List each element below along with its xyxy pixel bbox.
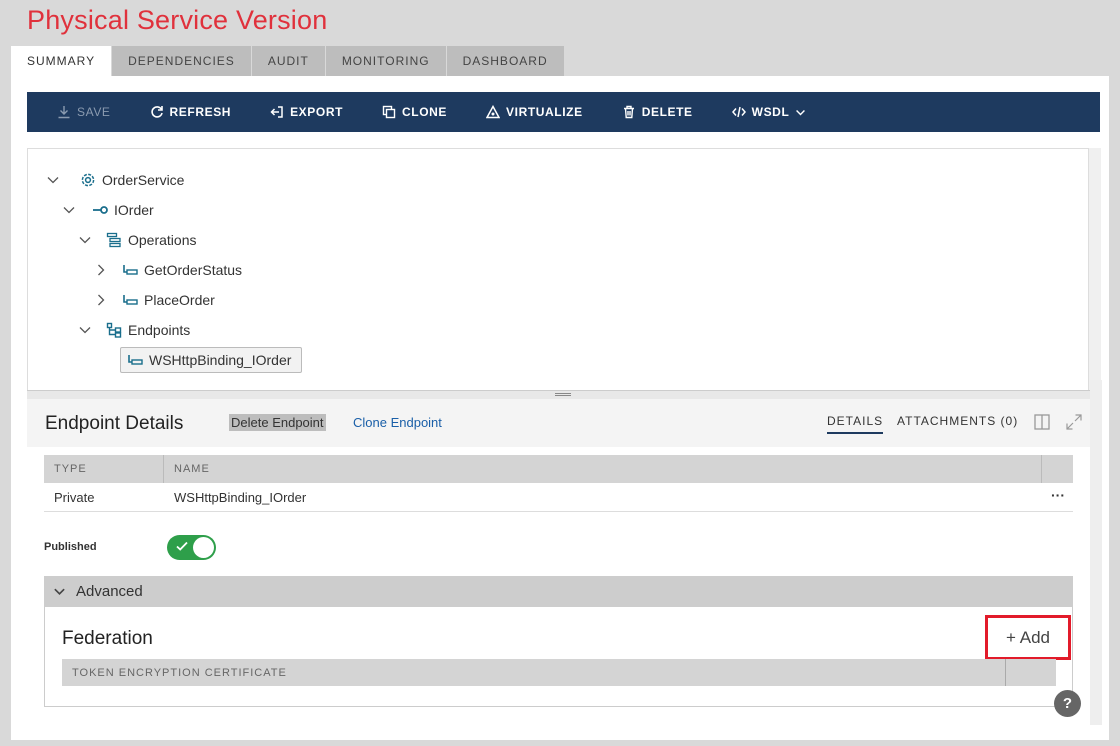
endpoint-details-body: TYPE NAME Private WSHttpBinding_IOrder ·… bbox=[27, 447, 1101, 725]
tree-label: Operations bbox=[128, 232, 197, 248]
col-divider bbox=[163, 455, 164, 483]
virtualize-icon bbox=[486, 105, 501, 119]
virtualize-button[interactable]: VIRTUALIZE bbox=[486, 105, 583, 119]
tree-node-getorderstatus[interactable]: GetOrderStatus bbox=[94, 259, 242, 281]
tree-label: IOrder bbox=[114, 202, 154, 218]
published-label: Published bbox=[44, 541, 97, 553]
gear-icon bbox=[81, 173, 95, 187]
wsdl-label: WSDL bbox=[751, 105, 790, 119]
chevron-down-icon[interactable] bbox=[46, 173, 60, 187]
tree-label: OrderService bbox=[102, 172, 185, 188]
export-button[interactable]: EXPORT bbox=[270, 105, 343, 119]
tree-label: GetOrderStatus bbox=[144, 262, 243, 278]
split-view-icon[interactable] bbox=[1033, 413, 1051, 431]
delete-label: DELETE bbox=[641, 105, 693, 119]
export-icon bbox=[270, 106, 283, 118]
operations-icon bbox=[106, 232, 121, 248]
virtualize-label: VIRTUALIZE bbox=[506, 105, 583, 119]
tree-node-iorder[interactable]: IOrder bbox=[62, 199, 154, 221]
tab-dependencies[interactable]: DEPENDENCIES bbox=[112, 46, 252, 76]
delete-button[interactable]: DELETE bbox=[622, 105, 693, 119]
endpoints-icon bbox=[106, 322, 122, 338]
export-label: EXPORT bbox=[290, 105, 344, 119]
tree-node-orderservice[interactable]: OrderService bbox=[46, 169, 184, 191]
chevron-down-icon bbox=[796, 109, 806, 115]
tab-audit[interactable]: AUDIT bbox=[251, 46, 326, 76]
tree-label: WSHttpBinding_IOrder bbox=[149, 352, 292, 368]
endpoint-icon bbox=[128, 355, 143, 365]
summary-panel: SAVE REFRESH EXPORT CLONE VIRTUALIZE DEL… bbox=[11, 76, 1109, 740]
resize-divider[interactable] bbox=[27, 390, 1101, 399]
operation-icon bbox=[123, 295, 138, 305]
download-icon bbox=[58, 106, 70, 119]
federation-title: Federation bbox=[62, 628, 153, 649]
tree-node-placeorder[interactable]: PlaceOrder bbox=[94, 289, 215, 311]
tab-dashboard[interactable]: DASHBOARD bbox=[446, 46, 565, 76]
chevron-down-icon[interactable] bbox=[78, 323, 92, 337]
table-row[interactable]: Private WSHttpBinding_IOrder ··· bbox=[44, 483, 1073, 512]
add-federation-button[interactable]: + Add bbox=[985, 615, 1071, 660]
wsdl-dropdown[interactable]: WSDL bbox=[731, 105, 807, 119]
more-options-icon[interactable]: ··· bbox=[1051, 487, 1065, 503]
col-type: TYPE bbox=[54, 463, 87, 475]
toolbar: SAVE REFRESH EXPORT CLONE VIRTUALIZE DEL… bbox=[27, 92, 1100, 132]
chevron-right-icon[interactable] bbox=[94, 293, 108, 307]
clone-label: CLONE bbox=[402, 105, 448, 119]
service-tree: OrderService IOrder Operations GetOrderS… bbox=[27, 148, 1089, 391]
chevron-down-icon[interactable] bbox=[78, 233, 92, 247]
refresh-icon bbox=[150, 106, 163, 118]
operation-icon bbox=[123, 265, 138, 275]
clone-button[interactable]: CLONE bbox=[382, 105, 447, 119]
save-button[interactable]: SAVE bbox=[57, 105, 111, 119]
refresh-button[interactable]: REFRESH bbox=[150, 105, 232, 119]
copy-icon bbox=[382, 105, 396, 119]
certificate-table-header: TOKEN ENCRYPTION CERTIFICATE bbox=[62, 659, 1056, 686]
tab-attachments[interactable]: ATTACHMENTS (0) bbox=[897, 414, 1018, 428]
delete-endpoint-button[interactable]: Delete Endpoint bbox=[229, 414, 326, 431]
advanced-section-header[interactable]: Advanced bbox=[44, 576, 1073, 607]
refresh-label: REFRESH bbox=[169, 105, 232, 119]
tree-label: Endpoints bbox=[128, 322, 191, 338]
check-icon bbox=[176, 541, 188, 551]
endpoint-table-header: TYPE NAME bbox=[44, 455, 1073, 483]
tab-monitoring[interactable]: MONITORING bbox=[325, 46, 447, 76]
details-title: Endpoint Details bbox=[45, 413, 184, 434]
expand-icon[interactable] bbox=[1065, 413, 1083, 431]
cell-type: Private bbox=[54, 490, 95, 505]
col-divider bbox=[1005, 659, 1006, 686]
endpoint-details-header: Endpoint Details Delete Endpoint Clone E… bbox=[27, 399, 1101, 447]
chevron-right-icon[interactable] bbox=[94, 263, 108, 277]
tab-details[interactable]: DETAILS bbox=[827, 414, 884, 434]
col-divider bbox=[1041, 455, 1042, 483]
advanced-label: Advanced bbox=[76, 583, 143, 600]
published-toggle[interactable] bbox=[167, 535, 216, 560]
chevron-down-icon bbox=[54, 588, 65, 596]
advanced-section-body: Federation + Add TOKEN ENCRYPTION CERTIF… bbox=[44, 607, 1073, 707]
tree-label: PlaceOrder bbox=[144, 292, 215, 308]
help-button[interactable]: ? bbox=[1054, 690, 1081, 717]
code-icon bbox=[731, 106, 746, 118]
tree-node-endpoints[interactable]: Endpoints bbox=[78, 319, 190, 341]
tree-scrollbar[interactable] bbox=[1089, 148, 1101, 392]
chevron-down-icon[interactable] bbox=[62, 203, 76, 217]
main-tabs: SUMMARY DEPENDENCIES AUDIT MONITORING DA… bbox=[11, 46, 565, 76]
page-title: Physical Service Version bbox=[27, 5, 328, 35]
interface-icon bbox=[93, 206, 108, 214]
grip-icon bbox=[555, 393, 571, 396]
tree-node-operations[interactable]: Operations bbox=[78, 229, 196, 251]
cell-name: WSHttpBinding_IOrder bbox=[174, 490, 307, 505]
col-name: NAME bbox=[174, 463, 210, 475]
trash-icon bbox=[623, 105, 634, 119]
save-label: SAVE bbox=[77, 105, 111, 119]
tree-node-wshttpbinding-iorder[interactable]: WSHttpBinding_IOrder bbox=[120, 347, 303, 373]
toggle-knob bbox=[193, 537, 214, 558]
clone-endpoint-link[interactable]: Clone Endpoint bbox=[353, 415, 442, 430]
col-token-encryption-certificate: TOKEN ENCRYPTION CERTIFICATE bbox=[72, 667, 287, 679]
page-scrollbar[interactable] bbox=[1090, 380, 1102, 725]
tab-summary[interactable]: SUMMARY bbox=[11, 46, 113, 76]
